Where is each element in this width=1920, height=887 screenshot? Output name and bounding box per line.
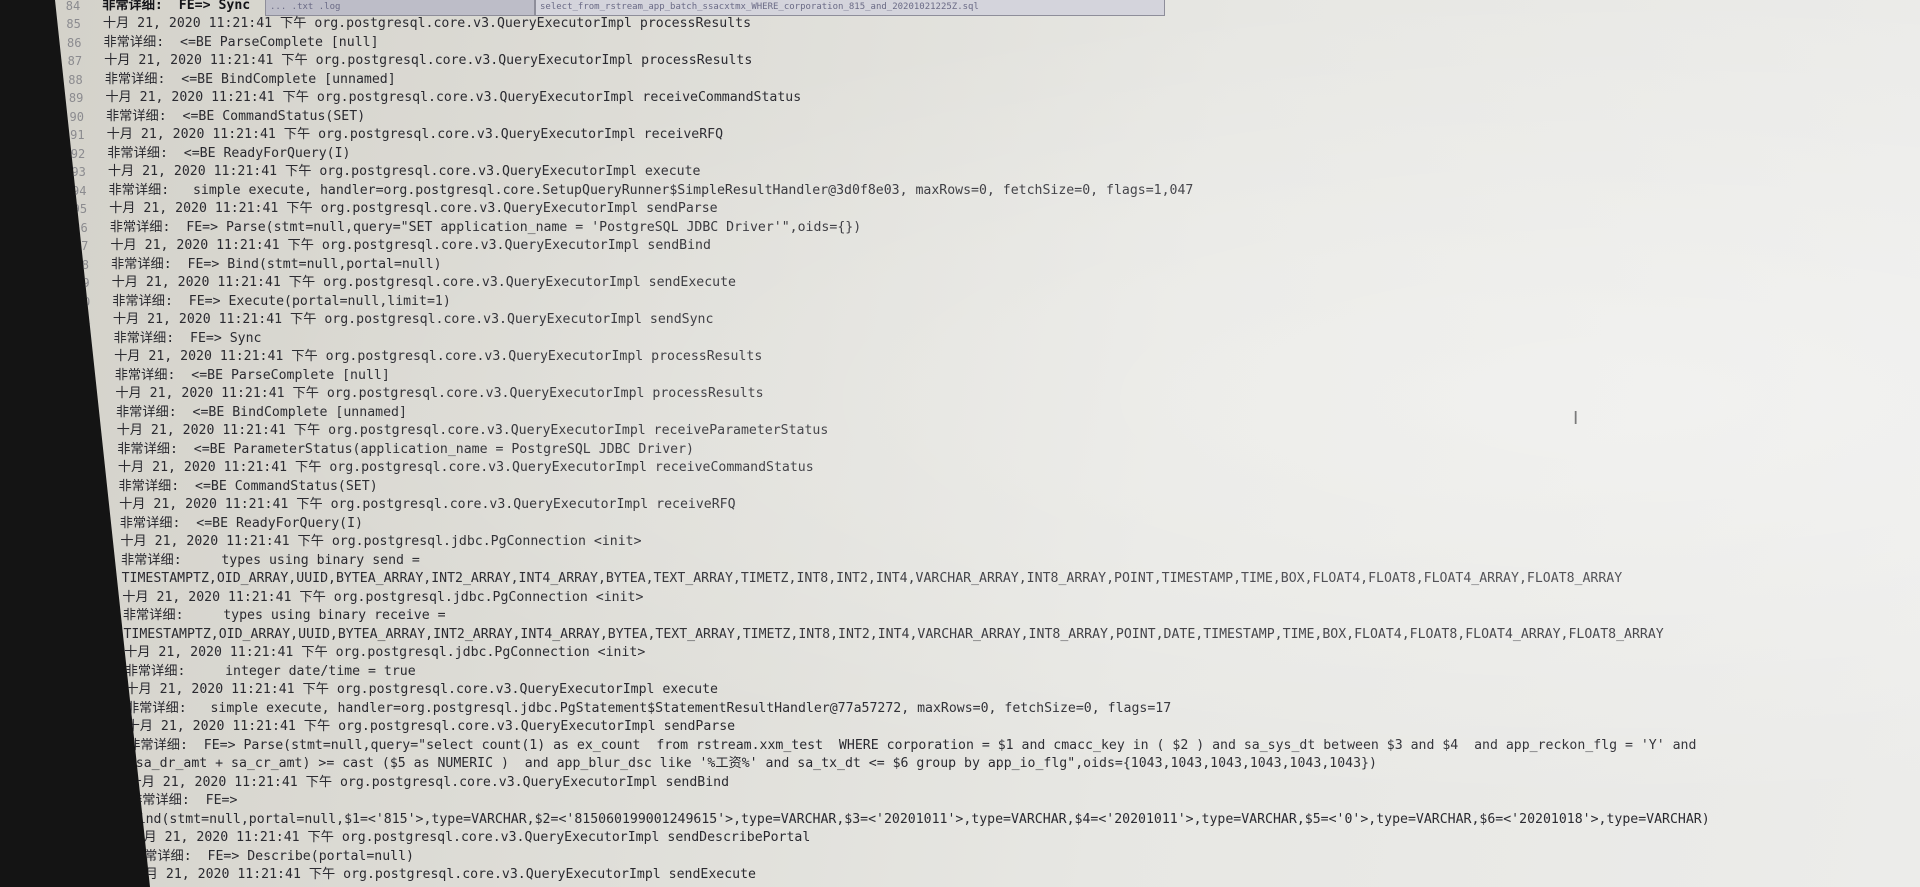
log-text: TIMESTAMPTZ,OID_ARRAY,UUID,BYTEA_ARRAY,I… (123, 626, 1664, 642)
log-text: 非常详细: FE=> Bind(stmt=null,portal=null) (110, 256, 442, 272)
line-number: 109 (74, 461, 96, 476)
line-number: 91 (70, 128, 85, 143)
line-number: 126 (87, 849, 109, 864)
line-number: 85 (66, 17, 81, 32)
log-text: 非常详细: FE=> Describe(portal=null) (130, 848, 414, 864)
line-number: 108 (73, 442, 96, 457)
line-number: 119 (81, 683, 104, 698)
log-text: 十月 21, 2020 11:21:41 下午 org.postgresql.c… (104, 53, 753, 69)
line-number: 123 (84, 775, 107, 790)
line-number: 116 (79, 609, 101, 624)
log-text: 非常详细: types using binary send = (120, 552, 420, 568)
line-number: 124 (85, 794, 108, 809)
log-text: 非常详细: FE=> Execute(portal=null,limit=1) (112, 293, 451, 309)
log-text: 十月 21, 2020 11:21:41 下午 org.postgresql.c… (107, 164, 701, 180)
line-number: 87 (67, 54, 83, 69)
line-number: 125 (86, 831, 109, 846)
log-text: 十月 21, 2020 11:21:41 下午 org.postgresql.c… (109, 201, 718, 217)
line-number: 90 (69, 109, 84, 124)
log-text: 十月 21, 2020 11:21:41 下午 org.postgresql.c… (125, 682, 718, 698)
log-text: 非常详细: FE=> Parse(stmt=null,query="SET ap… (109, 219, 862, 235)
line-number: 106 (72, 405, 94, 420)
line-number: 122 (83, 738, 106, 753)
log-text: 非常详细: <=BE CommandStatus(SET) (105, 108, 366, 124)
line-number: 86 (67, 35, 82, 50)
log-text: 非常详细: FE=> (129, 793, 238, 809)
line-number: 120 (82, 701, 104, 716)
log-text: (sa_dr_amt + sa_cr_amt) >= cast ($5 as N… (127, 756, 1377, 772)
line-number: 95 (72, 202, 88, 217)
log-text: 非常详细: simple execute, handler=org.postgr… (125, 700, 1172, 716)
log-text: 非常详细: simple execute, handler=org.postgr… (108, 182, 1194, 198)
log-text: 非常详细: <=BE ParseComplete [null] (114, 367, 390, 383)
log-text: 非常详细: <=BE ReadyForQuery(I) (107, 145, 351, 161)
line-number: 88 (68, 72, 83, 87)
log-text: 非常详细: <=BE ParseComplete [null] (103, 34, 379, 50)
log-text: 十月 21, 2020 11:21:41 下午 org.postgresql.c… (119, 497, 736, 513)
line-number: 118 (81, 664, 103, 679)
log-text: 十月 21, 2020 11:21:41 下午 org.postgresql.c… (115, 386, 764, 402)
line-number: 99 (75, 276, 90, 291)
line-number: 104 (71, 368, 93, 383)
line-number: 111 (75, 498, 98, 513)
line-number: 105 (71, 387, 94, 402)
line-number: 114 (77, 553, 99, 568)
log-text: 非常详细: <=BE BindComplete [unnamed] (115, 404, 407, 420)
editor-window: ... .txt .log select_from_rstream_app_ba… (55, 0, 1920, 887)
log-text: 十月 21, 2020 11:21:41 下午 org.postgresql.c… (116, 423, 829, 439)
log-text: 非常详细: <=BE CommandStatus(SET) (118, 478, 378, 494)
line-number: 112 (76, 516, 98, 531)
log-text: 十月 21, 2020 11:21:41 下午 org.postgresql.j… (120, 534, 642, 550)
line-number: 89 (68, 91, 84, 106)
log-text: 非常详细: <=BE BindComplete [unnamed] (104, 71, 396, 87)
log-text: 非常详细: <=BE ReadyForQuery(I) (119, 515, 364, 531)
log-text: 非常详细: FE=> Parse(stmt=null,query="select… (127, 737, 1697, 753)
line-number: 103 (70, 350, 93, 365)
log-text: TIMESTAMPTZ,OID_ARRAY,UUID,BYTEA_ARRAY,I… (121, 571, 1623, 587)
log-text: 非常详细: FE=> Sync (113, 330, 262, 346)
line-number: 93 (71, 165, 86, 180)
log-text: 十月 21, 2020 11:21:41 下午 org.postgresql.c… (102, 16, 752, 32)
log-text: 十月 21, 2020 11:21:41 下午 org.postgresql.c… (130, 830, 811, 846)
line-number: 96 (73, 220, 88, 235)
line-number: 121 (82, 720, 105, 735)
log-text: 十月 21, 2020 11:21:41 下午 org.postgresql.c… (112, 312, 714, 328)
line-number: 100 (68, 294, 91, 309)
log-text: 十月 21, 2020 11:21:41 下午 org.postgresql.c… (110, 238, 711, 254)
line-number: 101 (69, 313, 91, 328)
log-text-area[interactable]: 84 非常详细: FE=> Sync 85 十月 21, 2020 11:21:41 … (55, 0, 1920, 887)
log-text: 十月 21, 2020 11:21:41 下午 org.postgresql.c… (126, 719, 736, 735)
log-text: 十月 21, 2020 11:21:41 下午 org.postgresql.c… (111, 275, 736, 291)
log-text: 十月 21, 2020 11:21:41 下午 org.postgresql.c… (128, 774, 730, 790)
log-text: 十月 21, 2020 11:21:41 下午 org.postgresql.c… (117, 460, 814, 476)
log-text: 十月 21, 2020 11:21:41 下午 org.postgresql.j… (124, 645, 646, 661)
log-text: 十月 21, 2020 11:21:41 下午 org.postgresql.c… (106, 127, 724, 143)
line-number: 107 (72, 424, 95, 439)
line-number: 102 (69, 331, 92, 346)
log-text: 十月 21, 2020 11:21:41 下午 org.postgresql.c… (131, 867, 756, 882)
log-text: 非常详细: <=BE ParameterStatus(application_n… (117, 441, 694, 457)
line-number: 92 (70, 146, 86, 161)
text-cursor-icon: I (1573, 408, 1579, 429)
line-number: 94 (72, 183, 87, 198)
line-number: 115 (78, 590, 101, 605)
line-number: 98 (74, 257, 89, 272)
log-text: 非常详细: integer date/time = true (124, 663, 416, 679)
line-number: 110 (74, 479, 97, 494)
log-text: Bind(stmt=null,portal=null,$1=<'815'>,ty… (129, 811, 1710, 827)
line-number: 113 (76, 535, 99, 550)
line-number: 117 (80, 646, 103, 661)
log-text: 十月 21, 2020 11:21:41 下午 org.postgresql.c… (105, 90, 802, 106)
log-text: 非常详细: types using binary receive = (122, 608, 446, 624)
log-text: 十月 21, 2020 11:21:41 下午 org.postgresql.j… (122, 589, 644, 605)
line-number: 97 (73, 239, 89, 254)
line-number: 127 (87, 868, 110, 882)
log-text: 十月 21, 2020 11:21:41 下午 org.postgresql.c… (114, 349, 763, 365)
